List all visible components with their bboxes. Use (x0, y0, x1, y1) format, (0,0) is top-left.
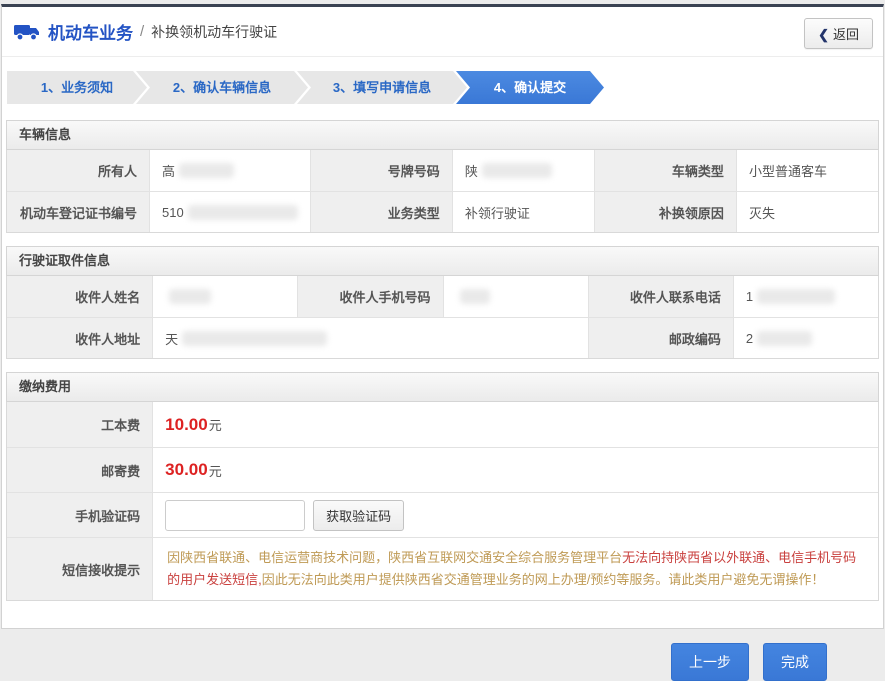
redacted-recipient-phone (757, 289, 836, 304)
main-card: 机动车业务 / 补换领机动车行驶证 ❮ 返回 1、业务须知 2、确认车辆信息 3、… (1, 4, 884, 629)
redacted-recipient-mobile (459, 289, 490, 304)
redacted-cert-number (187, 204, 298, 220)
redacted-postal-code (757, 330, 813, 346)
replace-reason-label: 补换领原因 (593, 191, 736, 232)
business-type-value: 补领行驶证 (451, 191, 594, 232)
business-type-label: 业务类型 (309, 191, 452, 232)
page-header: 机动车业务 / 补换领机动车行驶证 ❮ 返回 (2, 7, 883, 57)
previous-step-button[interactable]: 上一步 (671, 643, 749, 681)
vehicle-type-label: 车辆类型 (593, 150, 736, 191)
fees-table: 工本费 10.00 元 邮寄费 30.00 元 手机验证码 获取验证码 短信接收提示… (6, 402, 879, 601)
get-captcha-button[interactable]: 获取验证码 (313, 499, 405, 531)
registration-cert-label: 机动车登记证书编号 (7, 191, 150, 232)
vehicle-info-table: 所有人 高 号牌号码 陕 车辆类型 小型普通客车 机动车登记证书编号 510 业… (6, 150, 879, 233)
step-1-notice[interactable]: 1、业务须知 (7, 71, 147, 104)
sms-notice-text: 因陕西省联通、电信运营商技术问题，陕西省互联网交通安全综合服务管理平台无法向持陕… (152, 537, 878, 600)
footer-actions: 上一步 完成 (0, 629, 885, 681)
redacted-recipient-address (182, 330, 328, 346)
postal-code-value: 2 (732, 317, 878, 358)
back-button[interactable]: ❮ 返回 (804, 18, 873, 49)
sms-notice-label: 短信接收提示 (7, 537, 153, 600)
redacted-recipient-name (169, 289, 212, 304)
vehicle-info-title: 车辆信息 (6, 120, 879, 150)
postage-fee-label: 邮寄费 (7, 447, 153, 492)
owner-value: 高 (149, 150, 310, 191)
production-cost-value: 10.00 元 (152, 402, 878, 447)
sms-notice-part1: 因陕西省联通、电信运营商技术问题，陕西省互联网交通安全综合服务管理平台 (167, 550, 623, 565)
step-wizard: 1、业务须知 2、确认车辆信息 3、填写申请信息 4、确认提交 (2, 57, 883, 120)
recipient-name-value (152, 276, 298, 317)
sms-notice-part3: 因此无法向此类用户提供陕西省交通管理业务的网上办理/预约等服务。请此类用户避免无… (261, 572, 825, 587)
redacted-owner (179, 163, 235, 178)
redacted-plate (481, 163, 552, 178)
finish-button[interactable]: 完成 (763, 643, 827, 681)
recipient-mobile-value (442, 276, 588, 317)
vehicle-info-section: 车辆信息 所有人 高 号牌号码 陕 车辆类型 小型普通客车 机动车登记证书编号 … (6, 120, 879, 233)
step-4-confirm-submit[interactable]: 4、确认提交 (456, 71, 604, 104)
step-3-fill-application[interactable]: 3、填写申请信息 (297, 71, 467, 104)
sms-captcha-label: 手机验证码 (7, 492, 153, 537)
recipient-address-value: 天 (152, 317, 588, 358)
fees-section: 缴纳费用 工本费 10.00 元 邮寄费 30.00 元 手机验证码 获取验证码 短… (6, 372, 879, 601)
replace-reason-value: 灭失 (735, 191, 878, 232)
plate-number-label: 号牌号码 (309, 150, 452, 191)
pickup-info-table: 收件人姓名 收件人手机号码 收件人联系电话 1 收件人地址 天 邮政编码 2 (6, 276, 879, 359)
recipient-address-label: 收件人地址 (7, 317, 153, 358)
recipient-phone-label: 收件人联系电话 (587, 276, 733, 317)
recipient-phone-value: 1 (732, 276, 878, 317)
page-title: 机动车业务 (48, 24, 133, 43)
sms-captcha-input[interactable] (165, 499, 306, 531)
fees-title: 缴纳费用 (6, 372, 879, 402)
recipient-mobile-label: 收件人手机号码 (297, 276, 443, 317)
sms-captcha-row: 获取验证码 (152, 492, 878, 537)
back-button-label: 返回 (832, 27, 859, 42)
pickup-info-section: 行驶证取件信息 收件人姓名 收件人手机号码 收件人联系电话 1 收件人地址 天 … (6, 246, 879, 359)
breadcrumb-current: 补换领机动车行驶证 (151, 23, 278, 40)
postage-fee-value: 30.00 元 (152, 447, 878, 492)
registration-cert-value: 510 (149, 191, 310, 232)
step-2-confirm-vehicle[interactable]: 2、确认车辆信息 (136, 71, 308, 104)
owner-label: 所有人 (7, 150, 150, 191)
production-cost-label: 工本费 (7, 402, 153, 447)
breadcrumb-separator: / (140, 23, 145, 40)
postal-code-label: 邮政编码 (587, 317, 733, 358)
recipient-name-label: 收件人姓名 (7, 276, 153, 317)
back-chevron-icon: ❮ (818, 27, 829, 42)
pickup-info-title: 行驶证取件信息 (6, 246, 879, 276)
vehicle-type-value: 小型普通客车 (735, 150, 878, 191)
plate-number-value: 陕 (451, 150, 594, 191)
truck-icon (14, 24, 39, 41)
